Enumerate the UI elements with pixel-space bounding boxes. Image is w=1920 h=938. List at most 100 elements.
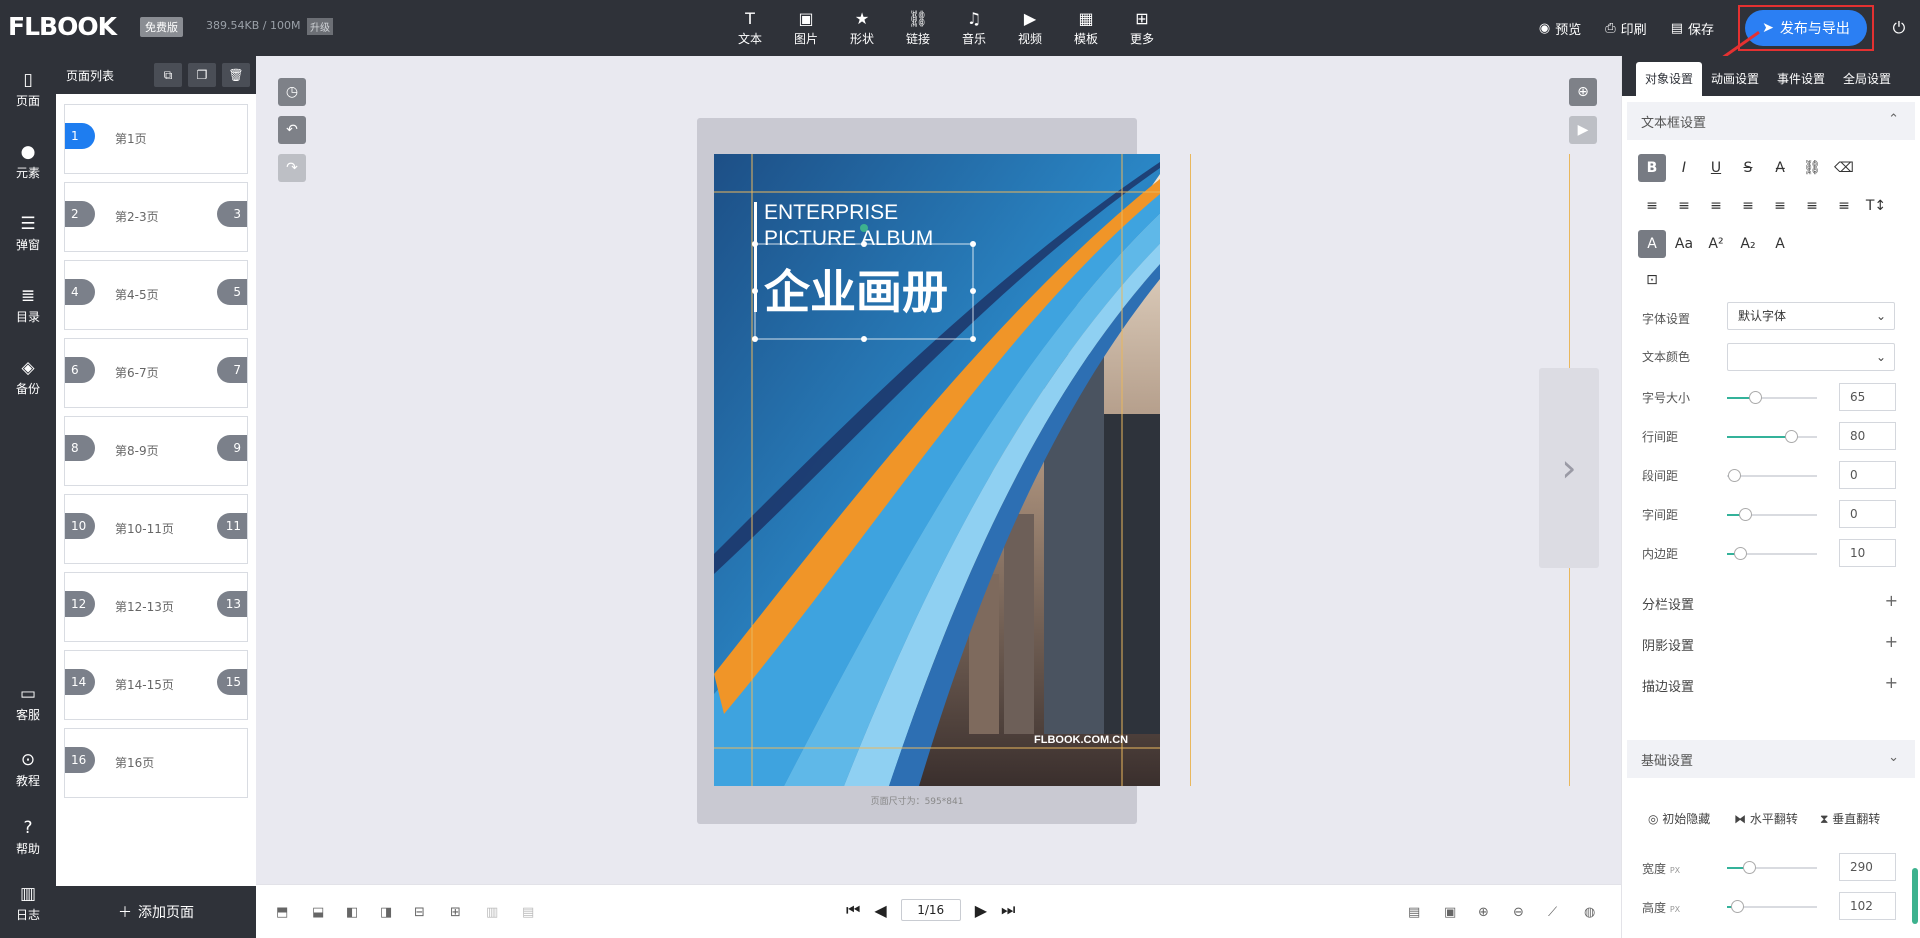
next-page-icon[interactable]: ▶ xyxy=(975,901,987,920)
page-item-6-7[interactable]: 6 第6-7页 7 xyxy=(64,338,248,408)
align-top-icon[interactable]: ⬒ xyxy=(276,905,288,920)
width-slider[interactable] xyxy=(1727,861,1817,874)
justify-icon[interactable]: ≡ xyxy=(1734,192,1762,220)
preview-button[interactable]: ◉ 预览 xyxy=(1539,19,1581,38)
padding-slider[interactable] xyxy=(1727,547,1817,560)
plus-icon[interactable]: + xyxy=(1885,673,1898,692)
tab-object[interactable]: 对象设置 xyxy=(1636,62,1703,96)
first-page-icon[interactable]: ⏮ xyxy=(846,900,860,920)
nav-support[interactable]: ▭ 客服 xyxy=(0,684,56,723)
align-vcenter-icon[interactable]: ⊞ xyxy=(450,905,461,920)
nav-toc[interactable]: ≣ 目录 xyxy=(0,286,56,325)
add-page-button[interactable]: ＋ 添加页面 xyxy=(56,886,256,938)
power-icon[interactable]: ⏻ xyxy=(1884,18,1914,38)
tool-shape[interactable]: ★ 形状 xyxy=(834,8,890,47)
font-case-icon[interactable]: Aa xyxy=(1670,230,1698,258)
underline-icon[interactable]: U xyxy=(1702,154,1730,182)
nav-help[interactable]: ? 帮助 xyxy=(0,818,56,857)
justify-center-icon[interactable]: ≡ xyxy=(1766,192,1794,220)
padding-input[interactable]: 10 xyxy=(1839,539,1896,567)
nav-element[interactable]: ● 元素 xyxy=(0,142,56,181)
align-center-icon[interactable]: ≡ xyxy=(1670,192,1698,220)
copy-page-icon[interactable]: ⧉ xyxy=(154,63,182,87)
save-button[interactable]: ▤ 保存 xyxy=(1671,19,1714,38)
cover-page[interactable]: ENTERPRISE PICTURE ALBUM 企业画册 FLBOOK.COM… xyxy=(714,154,1160,786)
tab-global[interactable]: 全局设置 xyxy=(1834,62,1900,96)
align-bottom-icon[interactable]: ⬓ xyxy=(312,905,324,920)
page-item-14-15[interactable]: 14 第14-15页 15 xyxy=(64,650,248,720)
distribute-h-icon[interactable]: ▥ xyxy=(486,905,498,920)
panel-scrollbar[interactable] xyxy=(1912,868,1918,924)
eraser-icon[interactable]: ⌫ xyxy=(1830,154,1858,182)
nav-popup[interactable]: ☰ 弹窗 xyxy=(0,214,56,253)
columns-section[interactable]: 分栏设置 xyxy=(1642,594,1694,613)
upgrade-button[interactable]: 升级 xyxy=(307,18,333,35)
fit-icon[interactable]: ▣ xyxy=(1444,905,1456,920)
page-item-4-5[interactable]: 4 第4-5页 5 xyxy=(64,260,248,330)
color-select[interactable]: ⌄ xyxy=(1727,343,1895,371)
zoom-in-icon[interactable]: ⊕ xyxy=(1478,905,1489,920)
align-right-icon[interactable]: ≡ xyxy=(1702,192,1730,220)
textbox-section-header[interactable]: 文本框设置 ⌃ xyxy=(1627,102,1915,140)
nav-page[interactable]: ▯ 页面 xyxy=(0,70,56,109)
superscript-icon[interactable]: A² xyxy=(1702,230,1730,258)
stroke-section[interactable]: 描边设置 xyxy=(1642,676,1694,695)
flip-vertical-toggle[interactable]: ⧗ 垂直翻转 xyxy=(1820,810,1880,827)
font-color-icon[interactable]: A xyxy=(1638,230,1666,258)
page-item-10-11[interactable]: 10 第10-11页 11 xyxy=(64,494,248,564)
unlink-icon[interactable]: ⛓ xyxy=(1798,154,1826,182)
tab-animation[interactable]: 动画设置 xyxy=(1702,62,1768,96)
char-spacing-slider[interactable] xyxy=(1727,508,1817,521)
redo-icon[interactable]: ↷ xyxy=(278,154,306,182)
page-item-8-9[interactable]: 8 第8-9页 9 xyxy=(64,416,248,486)
italic-icon[interactable]: I xyxy=(1670,154,1698,182)
para-spacing-input[interactable]: 0 xyxy=(1839,461,1896,489)
plus-icon[interactable]: + xyxy=(1885,632,1898,651)
text-style-icon[interactable]: A̶ xyxy=(1766,154,1794,182)
publish-export-button[interactable]: ➤ 发布与导出 xyxy=(1745,10,1867,46)
undo-icon[interactable]: ↶ xyxy=(278,116,306,144)
height-slider[interactable] xyxy=(1727,900,1817,913)
char-spacing-input[interactable]: 0 xyxy=(1839,500,1896,528)
tool-template[interactable]: ▦ 模板 xyxy=(1058,8,1114,47)
initial-hide-toggle[interactable]: ◎ 初始隐藏 xyxy=(1648,810,1710,827)
tool-more[interactable]: ⊞ 更多 xyxy=(1114,8,1170,47)
print-button[interactable]: ⎙ 印刷 xyxy=(1605,19,1646,38)
nav-backup[interactable]: ◈ 备份 xyxy=(0,358,56,397)
text-direction-icon[interactable]: T↕ xyxy=(1862,192,1890,220)
history-icon[interactable]: ◷ xyxy=(278,78,306,106)
zoom-out-icon[interactable]: ⊖ xyxy=(1513,905,1524,920)
flip-horizontal-toggle[interactable]: ⧓ 水平翻转 xyxy=(1734,810,1798,827)
delete-page-icon[interactable]: 🗑 xyxy=(222,63,250,87)
strikethrough-icon[interactable]: S xyxy=(1734,154,1762,182)
plus-icon[interactable]: + xyxy=(1885,591,1898,610)
width-input[interactable]: 290 xyxy=(1839,853,1896,881)
line-spacing-input[interactable]: 80 xyxy=(1839,422,1896,450)
ruler-icon[interactable]: ⟋ xyxy=(1548,905,1557,920)
bold-icon[interactable]: B xyxy=(1638,154,1666,182)
tool-music[interactable]: ♫ 音乐 xyxy=(946,8,1002,47)
size-input[interactable]: 65 xyxy=(1839,383,1896,411)
size-slider[interactable] xyxy=(1727,391,1817,404)
align-left-icon[interactable]: ≡ xyxy=(1638,192,1666,220)
align-right-icon[interactable]: ◨ xyxy=(380,905,392,920)
distribute-v-icon[interactable]: ▤ xyxy=(522,905,534,920)
page-item-1[interactable]: 1 第1页 xyxy=(64,104,248,174)
height-input[interactable]: 102 xyxy=(1839,892,1896,920)
tool-text[interactable]: T 文本 xyxy=(722,8,778,47)
para-spacing-slider[interactable] xyxy=(1727,469,1817,482)
tool-video[interactable]: ▶ 视频 xyxy=(1002,8,1058,47)
last-page-icon[interactable]: ⏭ xyxy=(1001,900,1015,920)
nav-tutorial[interactable]: ⊙ 教程 xyxy=(0,750,56,789)
page-input[interactable]: 1/16 xyxy=(900,899,961,921)
page-item-2-3[interactable]: 2 第2-3页 3 xyxy=(64,182,248,252)
tool-image[interactable]: ▣ 图片 xyxy=(778,8,834,47)
page-item-12-13[interactable]: 12 第12-13页 13 xyxy=(64,572,248,642)
shadow-section[interactable]: 阴影设置 xyxy=(1642,635,1694,654)
text-outline-icon[interactable]: A xyxy=(1766,230,1794,258)
nav-log[interactable]: ▥ 日志 xyxy=(0,884,56,923)
settings-icon[interactable]: ◍ xyxy=(1584,905,1595,920)
subscript-icon[interactable]: A₂ xyxy=(1734,230,1762,258)
text-box-icon[interactable]: ⊡ xyxy=(1638,266,1666,294)
basic-section-header[interactable]: 基础设置 ⌄ xyxy=(1627,740,1915,778)
